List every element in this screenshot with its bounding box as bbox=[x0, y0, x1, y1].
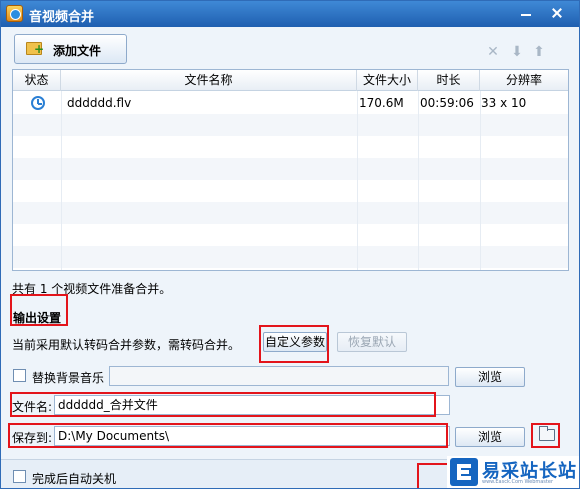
cell-file-name: dddddd.flv bbox=[67, 96, 132, 110]
annotation-box-save bbox=[8, 423, 448, 448]
merge-window: 音视频合并 添加文件 ✕ ⬇ ⬆ 状态 文件名称 文件大小 时长 分辨率 ddd… bbox=[0, 0, 580, 489]
move-up-icon[interactable]: ⬆ bbox=[532, 45, 546, 59]
cell-duration: 00:59:06 bbox=[420, 96, 474, 110]
annotation-box-custom bbox=[259, 325, 329, 363]
cell-resolution: 33 x 10 bbox=[481, 96, 527, 110]
save-browse-button[interactable]: 浏览 bbox=[455, 427, 525, 447]
close-button[interactable] bbox=[546, 4, 568, 22]
restore-default-button[interactable]: 恢复默认 bbox=[337, 332, 407, 352]
bgm-label: 替换背景音乐 bbox=[32, 371, 105, 385]
column-divider bbox=[418, 91, 419, 270]
header-status[interactable]: 状态 bbox=[13, 70, 61, 91]
column-divider bbox=[61, 91, 62, 270]
bgm-path-input[interactable] bbox=[109, 366, 449, 386]
transcode-note: 当前采用默认转码合并参数，需转码合并。 bbox=[12, 338, 241, 352]
column-divider bbox=[357, 91, 358, 270]
add-file-button[interactable]: 添加文件 bbox=[14, 34, 127, 64]
window-title: 音视频合并 bbox=[29, 10, 95, 25]
empty-row bbox=[13, 180, 568, 202]
header-name[interactable]: 文件名称 bbox=[61, 70, 357, 91]
title-bar[interactable]: 音视频合并 bbox=[1, 1, 579, 27]
delete-icon[interactable]: ✕ bbox=[486, 45, 500, 59]
annotation-box-folder bbox=[531, 423, 560, 448]
watermark-logo: 易采站长站 www.Easck.Com Webmaster bbox=[447, 456, 579, 488]
empty-row bbox=[13, 158, 568, 180]
shutdown-label: 完成后自动关机 bbox=[32, 472, 117, 486]
clock-icon bbox=[31, 96, 45, 110]
move-down-icon[interactable]: ⬇ bbox=[510, 45, 524, 59]
logo-subtext: www.Easck.Com Webmaster bbox=[482, 479, 554, 485]
add-folder-icon bbox=[26, 42, 44, 56]
annotation-box-title bbox=[10, 294, 68, 326]
header-resolution[interactable]: 分辨率 bbox=[480, 70, 568, 91]
shutdown-checkbox[interactable] bbox=[13, 470, 26, 483]
empty-row bbox=[13, 114, 568, 136]
empty-row bbox=[13, 246, 568, 268]
empty-row bbox=[13, 136, 568, 158]
table-row[interactable]: dddddd.flv 170.6M 00:59:06 33 x 10 bbox=[13, 92, 568, 114]
bgm-checkbox[interactable] bbox=[13, 369, 26, 382]
app-icon bbox=[6, 5, 23, 22]
empty-row bbox=[13, 224, 568, 246]
bgm-browse-button[interactable]: 浏览 bbox=[455, 367, 525, 387]
logo-mark-icon bbox=[450, 458, 478, 486]
empty-row bbox=[13, 202, 568, 224]
add-file-label: 添加文件 bbox=[53, 44, 102, 58]
minimize-button[interactable] bbox=[515, 4, 537, 22]
table-header: 状态 文件名称 文件大小 时长 分辨率 bbox=[13, 70, 568, 91]
column-divider bbox=[480, 91, 481, 270]
annotation-box-filename bbox=[10, 392, 436, 417]
cell-file-size: 170.6M bbox=[359, 96, 404, 110]
header-duration[interactable]: 时长 bbox=[418, 70, 480, 91]
file-table: 状态 文件名称 文件大小 时长 分辨率 dddddd.flv 170.6M 00… bbox=[12, 69, 569, 271]
header-size[interactable]: 文件大小 bbox=[357, 70, 418, 91]
